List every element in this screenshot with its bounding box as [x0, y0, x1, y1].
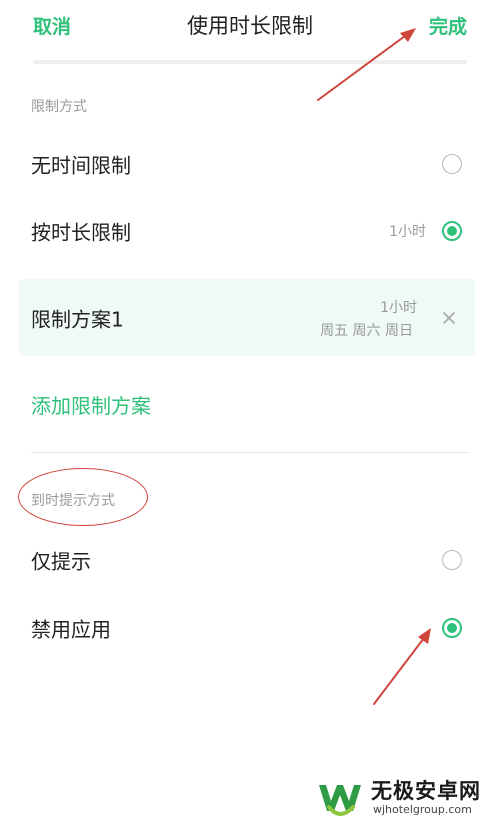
close-icon[interactable] [441, 310, 457, 326]
option-no-limit-label: 无时间限制 [31, 153, 131, 178]
plan-duration: 1小时 [380, 300, 417, 316]
option-no-limit[interactable]: 无时间限制 [0, 134, 500, 194]
option-notify-only-label: 仅提示 [31, 549, 91, 574]
watermark: 无极安卓网 wjhotelgroup.com [315, 775, 500, 821]
done-button[interactable]: 完成 [429, 12, 467, 39]
limit-method-label: 限制方式 [31, 99, 87, 115]
add-plan-button[interactable]: 添加限制方案 [31, 390, 151, 419]
radio-duration-limit[interactable] [442, 221, 462, 241]
header-divider [33, 60, 467, 64]
top-bar: 取消 使用时长限制 完成 [0, 0, 500, 60]
radio-no-limit[interactable] [442, 154, 462, 174]
option-duration-limit[interactable]: 按时长限制 1小时 [0, 201, 500, 261]
plan-name: 限制方案1 [31, 307, 124, 331]
duration-value: 1小时 [389, 224, 426, 240]
radio-notify-only[interactable] [442, 550, 462, 570]
limit-plan-card[interactable]: 限制方案1 1小时 周五 周六 周日 [19, 279, 475, 356]
watermark-brand: 无极安卓网 [371, 779, 481, 803]
page-title: 使用时长限制 [187, 14, 313, 38]
plan-days: 周五 周六 周日 [320, 323, 413, 339]
option-notify-only[interactable]: 仅提示 [0, 530, 500, 590]
option-disable-app[interactable]: 禁用应用 [0, 598, 500, 658]
option-duration-limit-label: 按时长限制 [31, 220, 131, 245]
watermark-url: wjhotelgroup.com [373, 803, 472, 816]
radio-disable-app[interactable] [442, 618, 462, 638]
annotation-ellipse [18, 468, 148, 526]
option-disable-app-label: 禁用应用 [31, 617, 111, 642]
brand-logo-icon [319, 785, 361, 816]
section-divider [31, 452, 469, 453]
